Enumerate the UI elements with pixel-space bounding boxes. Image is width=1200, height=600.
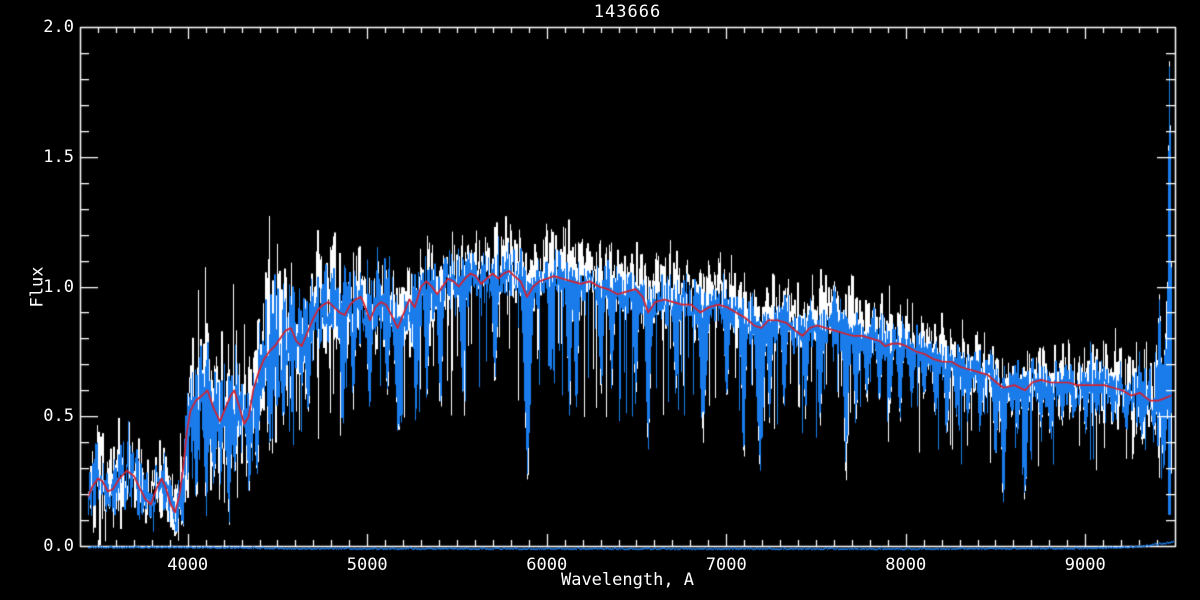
x-axis-title: Wavelength, A (560, 570, 695, 590)
spectrum-figure: 143666 Wavelength, A Flux 2.0 1.5 1.0 0.5 0.… (0, 0, 1200, 600)
y-tick-label: 0.5 (43, 406, 74, 427)
y-tick-label: 2.0 (43, 17, 74, 37)
x-tick-label: 7000 (705, 555, 747, 575)
x-tick-label: 9000 (1064, 555, 1106, 575)
chart-title: 143666 (593, 2, 662, 22)
x-tick-label: 8000 (885, 555, 927, 575)
x-tick-label: 4000 (167, 555, 209, 575)
y-tick-label: 1.0 (43, 276, 74, 297)
spectrum-plot-canvas (0, 0, 1200, 600)
x-tick-label: 5000 (346, 555, 388, 575)
y-tick-label: 0.0 (43, 536, 74, 556)
y-tick-label: 1.5 (43, 146, 74, 167)
x-tick-label: 6000 (526, 555, 568, 575)
